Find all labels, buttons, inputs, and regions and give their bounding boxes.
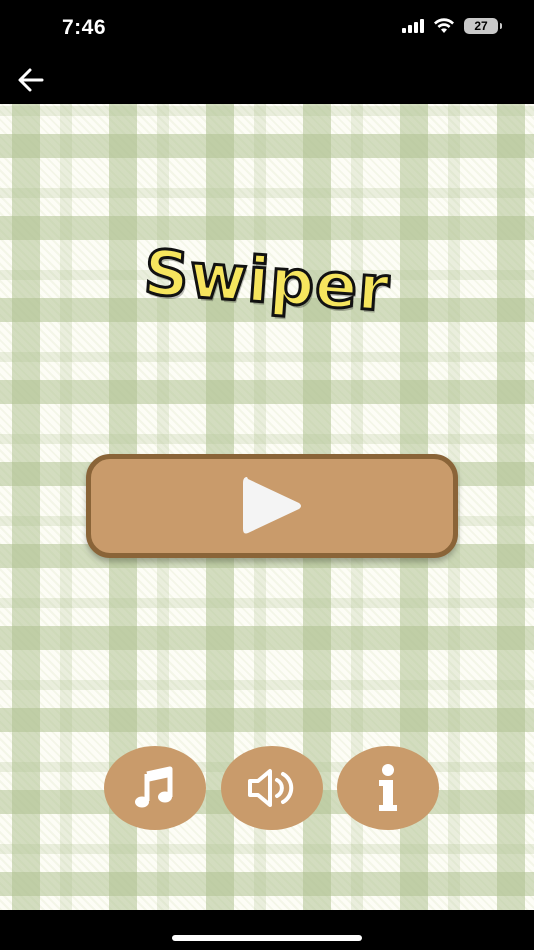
play-button[interactable] [86, 454, 458, 558]
info-button[interactable] [337, 746, 439, 830]
play-icon [243, 477, 301, 534]
status-icons: 27 [402, 18, 502, 34]
music-note-icon [135, 766, 173, 808]
game-area: Swiper [0, 104, 534, 910]
cellular-signal-icon [402, 19, 424, 33]
back-button[interactable] [16, 66, 46, 94]
status-bar: 7:46 27 [0, 0, 534, 56]
battery-level: 27 [474, 19, 488, 33]
sound-button[interactable] [221, 746, 323, 830]
home-indicator[interactable] [172, 935, 362, 941]
wifi-icon [434, 18, 454, 33]
status-time: 7:46 [62, 16, 107, 39]
battery-icon: 27 [464, 18, 502, 34]
nav-bar [0, 56, 534, 104]
music-button[interactable] [104, 746, 206, 830]
game-title: Swiper [140, 234, 394, 327]
speaker-icon [248, 769, 294, 807]
home-area [0, 910, 534, 950]
arrow-left-icon [18, 68, 44, 92]
info-icon [379, 764, 397, 811]
